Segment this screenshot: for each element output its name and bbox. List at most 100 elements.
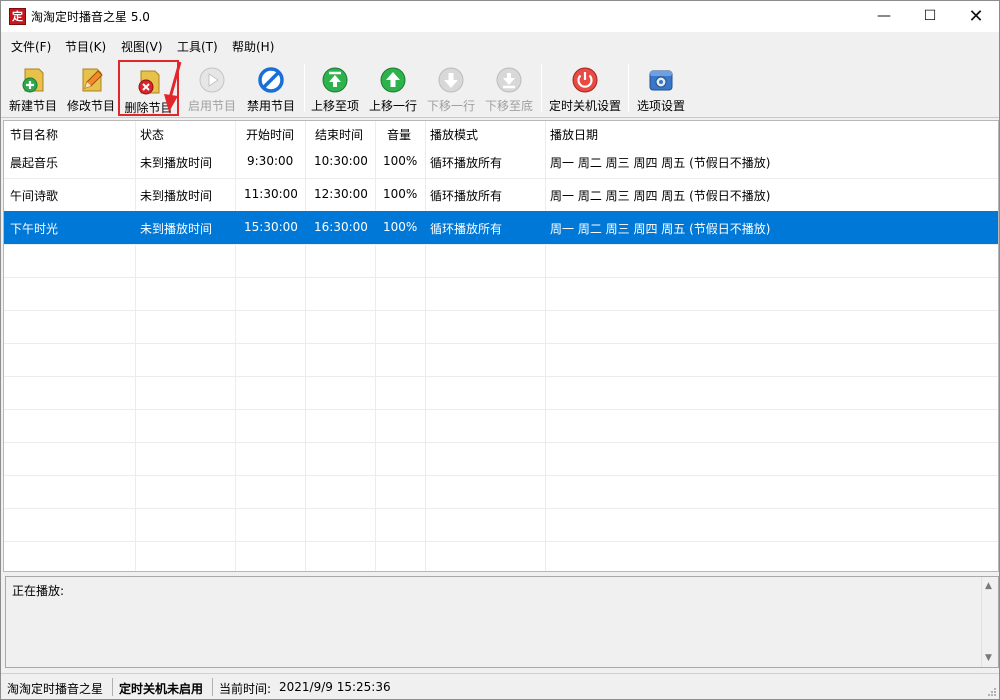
play-date-cell: 周一 周二 周三 周四 周五 (节假日不播放) [550,222,771,236]
row-divider [4,442,998,443]
move-to-top-label: 上移至项 [310,99,359,113]
column-header[interactable]: 开始时间 [246,126,294,143]
app-icon: 定 [9,8,26,25]
power-icon [572,67,598,93]
toolbar-separator [628,64,629,112]
table-row[interactable]: 晨起音乐 未到播放时间 9:30:00 10:30:00 100% 循环播放所有… [4,145,998,178]
status-cell: 未到播放时间 [140,156,213,170]
column-header[interactable]: 状态 [140,126,164,143]
arrow-down-icon [438,67,464,93]
status-app-name: 淘淘定时播音之星 [7,682,104,696]
table-header: 节目名称 状态 开始时间 结束时间 音量 播放模式 播放日期 [4,121,998,146]
play-mode-cell: 循环播放所有 [430,222,503,236]
title-bar: 定 淘淘定时播音之星 5.0 — ☐ ✕ [1,1,999,32]
column-header[interactable]: 播放日期 [550,126,598,143]
status-bar: 淘淘定时播音之星 定时关机未启用 当前时间: 2021/9/9 15:25:36 [1,673,999,699]
table-row-selected[interactable]: 下午时光 未到播放时间 15:30:00 16:30:00 100% 循环播放所… [4,211,998,244]
row-divider [4,343,998,344]
status-time-label: 当前时间: [219,682,272,696]
move-to-bottom-button[interactable]: 下移至底 [481,60,537,116]
start-time-cell: 11:30:00 [244,187,298,201]
move-to-bottom-label: 下移至底 [484,99,533,113]
status-cell: 未到播放时间 [140,189,213,203]
volume-cell: 100% [383,187,418,201]
end-time-cell: 16:30:00 [314,220,368,234]
end-time-cell: 10:30:00 [314,154,368,168]
prohibit-icon [258,67,284,93]
column-header[interactable]: 音量 [387,126,411,143]
minimize-button[interactable]: — [861,1,907,32]
enable-program-label: 启用节目 [187,99,236,113]
menu-tools[interactable]: 工具(T) [177,38,218,55]
status-separator [212,678,213,696]
options-button[interactable]: 选项设置 [631,60,691,116]
column-header[interactable]: 结束时间 [315,126,363,143]
move-bottom-icon [496,67,522,93]
shutdown-settings-label: 定时关机设置 [548,99,621,113]
menu-file[interactable]: 文件(F) [11,38,51,55]
volume-cell: 100% [383,220,418,234]
delete-program-icon [138,70,159,95]
vertical-scrollbar[interactable]: ▲ ▼ [981,577,998,667]
maximize-button[interactable]: ☐ [907,1,953,32]
program-name-cell: 晨起音乐 [10,156,59,170]
now-playing-label: 正在播放: [12,584,65,598]
menu-view[interactable]: 视图(V) [121,38,163,55]
status-time-value: 2021/9/9 15:25:36 [279,680,391,694]
edit-program-icon [82,68,103,92]
menu-bar: 文件(F) 节目(K) 视图(V) 工具(T) 帮助(H) [1,32,999,58]
row-divider [4,277,998,278]
program-list: 节目名称 状态 开始时间 结束时间 音量 播放模式 播放日期 晨起音乐 未到播放… [3,120,999,572]
play-mode-cell: 循环播放所有 [430,156,503,170]
status-shutdown: 定时关机未启用 [119,682,204,696]
play-mode-cell: 循环播放所有 [430,189,503,203]
close-button[interactable]: ✕ [953,1,999,32]
move-top-icon [322,67,348,93]
menu-program[interactable]: 节目(K) [65,38,106,55]
annotation-arrow-icon [164,61,182,112]
now-playing-panel[interactable]: 正在播放: ▲ ▼ [5,576,999,668]
shutdown-settings-button[interactable]: 定时关机设置 [545,60,625,116]
options-label: 选项设置 [636,99,685,113]
row-divider [4,508,998,509]
column-header[interactable]: 播放模式 [430,126,478,143]
move-to-top-button[interactable]: 上移至项 [307,60,363,116]
app-window: 定 淘淘定时播音之星 5.0 — ☐ ✕ 文件(F) 节目(K) 视图(V) 工… [0,0,1000,700]
column-header[interactable]: 节目名称 [10,126,58,143]
toolbar-separator [541,64,542,112]
program-name-cell: 午间诗歌 [10,189,59,203]
window-title: 淘淘定时播音之星 5.0 [31,10,150,24]
row-divider [4,244,998,245]
row-divider [4,541,998,542]
enable-program-button[interactable]: 启用节目 [183,60,241,116]
status-cell: 未到播放时间 [140,222,213,236]
move-up-label: 上移一行 [368,99,417,113]
resize-grip-icon[interactable] [987,687,997,697]
program-name-cell: 下午时光 [10,222,59,236]
disable-program-button[interactable]: 禁用节目 [242,60,300,116]
play-date-cell: 周一 周二 周三 周四 周五 (节假日不播放) [550,189,771,203]
disable-program-label: 禁用节目 [246,99,295,113]
move-down-button[interactable]: 下移一行 [423,60,479,116]
scroll-down-icon[interactable]: ▼ [985,653,992,663]
status-separator [112,678,113,696]
menu-help[interactable]: 帮助(H) [232,38,274,55]
volume-cell: 100% [383,154,418,168]
new-program-label: 新建节目 [8,99,57,113]
play-icon [199,67,225,93]
row-divider [4,376,998,377]
start-time-cell: 9:30:00 [247,154,294,168]
toolbar-separator [304,64,305,112]
edit-program-label: 修改节目 [66,99,115,113]
row-divider [4,310,998,311]
table-row[interactable]: 午间诗歌 未到播放时间 11:30:00 12:30:00 100% 循环播放所… [4,178,998,211]
move-down-label: 下移一行 [426,99,475,113]
edit-program-button[interactable]: 修改节目 [63,60,119,116]
row-divider [4,475,998,476]
scroll-up-icon[interactable]: ▲ [985,581,992,591]
new-program-button[interactable]: 新建节目 [5,60,61,116]
toolbar: 新建节目 修改节目 删除节目 启用节目 禁用节目 上移至项 上移一行 下移一行 … [1,58,999,118]
move-up-button[interactable]: 上移一行 [365,60,421,116]
settings-icon [649,70,673,91]
end-time-cell: 12:30:00 [314,187,368,201]
